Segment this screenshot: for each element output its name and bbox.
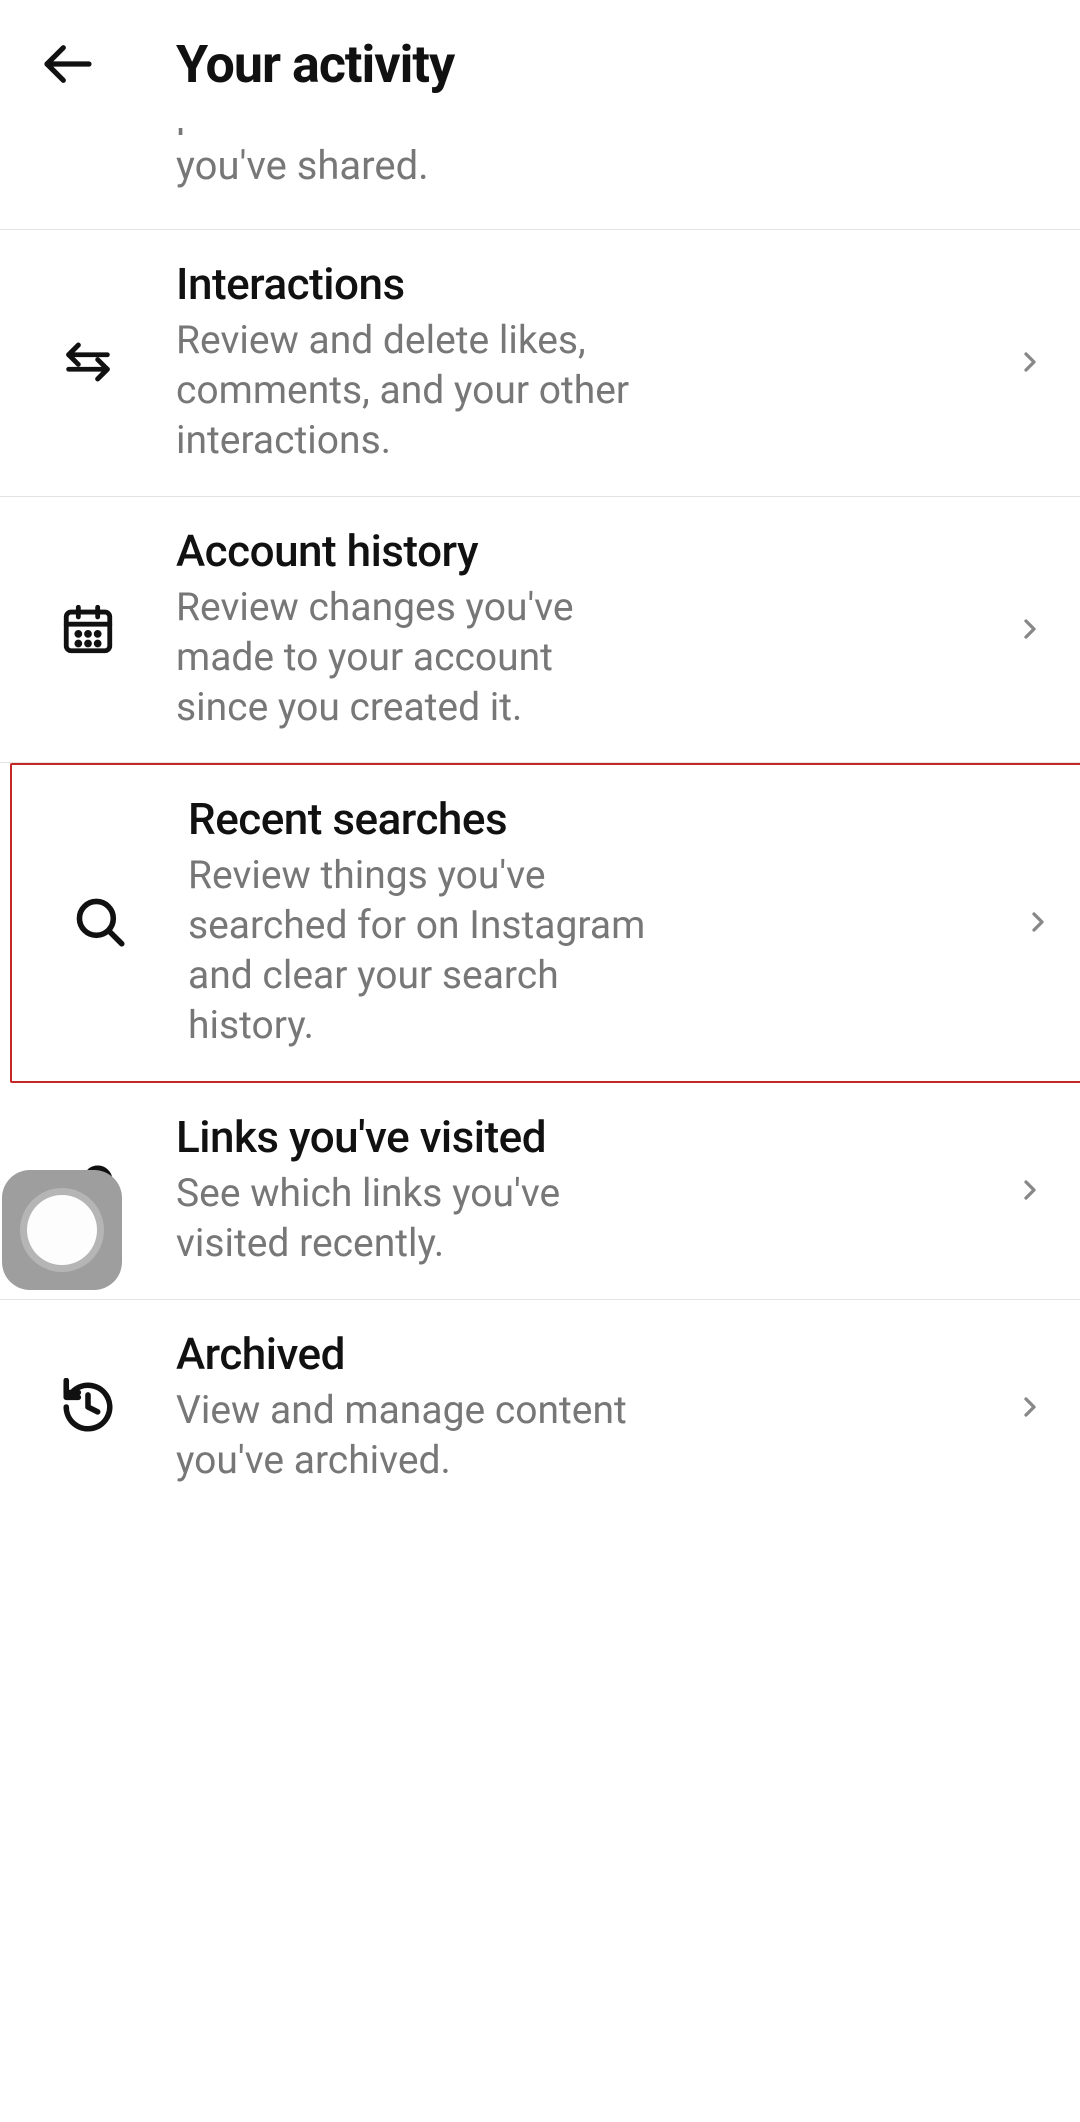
back-button[interactable] (40, 36, 96, 92)
header: Your activity (0, 0, 1080, 128)
interactions-desc: Review and delete likes, comments, and y… (176, 316, 636, 466)
archived-chevron (980, 1391, 1080, 1423)
menu-item-archived[interactable]: Archived View and manage content you've … (0, 1300, 1080, 1516)
chevron-right-icon (1014, 346, 1046, 378)
archived-text: Archived View and manage content you've … (176, 1328, 980, 1486)
account-history-desc: Review changes you've made to your accou… (176, 583, 636, 733)
archived-title: Archived (176, 1328, 960, 1380)
menu-item-account-history[interactable]: Account history Review changes you've ma… (0, 497, 1080, 764)
links-visited-title: Links you've visited (176, 1111, 960, 1163)
chevron-right-icon (1014, 1391, 1046, 1423)
interactions-icon-wrap (0, 333, 176, 391)
recent-searches-title: Recent searches (188, 793, 968, 845)
chevron-right-icon (1014, 613, 1046, 645)
account-history-chevron (980, 613, 1080, 645)
page-title: Your activity (176, 34, 454, 95)
links-visited-text: Links you've visited See which links you… (176, 1111, 980, 1269)
chevron-right-icon (1022, 906, 1054, 938)
account-history-icon-wrap (0, 600, 176, 658)
recent-searches-icon-wrap (12, 893, 188, 951)
arrow-left-icon (40, 36, 96, 92)
swap-arrows-icon (59, 333, 117, 391)
menu-item-links-visited[interactable]: Links you've visited See which links you… (0, 1083, 1080, 1300)
links-visited-chevron (980, 1174, 1080, 1206)
archived-desc: View and manage content you've archived. (176, 1386, 636, 1486)
assistive-touch-button[interactable] (2, 1170, 122, 1290)
recent-searches-text: Recent searches Review things you've sea… (188, 793, 988, 1051)
interactions-chevron (980, 346, 1080, 378)
partial-row-line1: photos and videos (176, 128, 1020, 140)
recent-searches-chevron (988, 906, 1080, 938)
account-history-title: Account history (176, 525, 960, 577)
assistive-touch-ring (20, 1188, 104, 1272)
history-icon (59, 1378, 117, 1436)
interactions-title: Interactions (176, 258, 960, 310)
chevron-right-icon (1014, 1174, 1046, 1206)
menu-item-recent-searches[interactable]: Recent searches Review things you've sea… (10, 763, 1080, 1083)
interactions-text: Interactions Review and delete likes, co… (176, 258, 980, 466)
recent-searches-desc: Review things you've searched for on Ins… (188, 851, 648, 1051)
archived-icon-wrap (0, 1378, 176, 1436)
assistive-touch-center (27, 1195, 97, 1265)
calendar-icon (59, 600, 117, 658)
account-history-text: Account history Review changes you've ma… (176, 525, 980, 733)
menu-item-interactions[interactable]: Interactions Review and delete likes, co… (0, 230, 1080, 497)
partial-row-line2: you've shared. (176, 140, 1020, 192)
links-visited-desc: See which links you've visited recently. (176, 1169, 636, 1269)
partial-row-photos-videos[interactable]: photos and videos you've shared. (0, 128, 1080, 230)
search-icon (71, 893, 129, 951)
